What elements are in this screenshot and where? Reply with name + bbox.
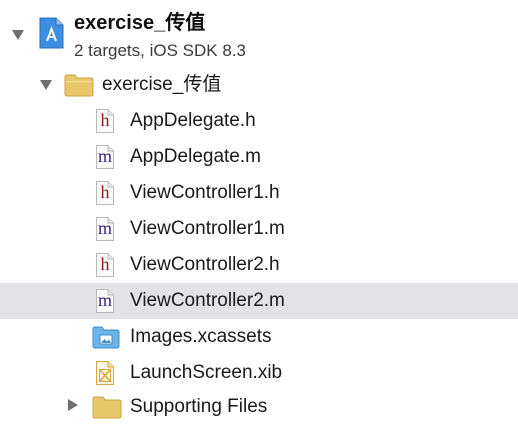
file-type-letter: m [97,146,112,166]
m-file-icon: m [96,217,114,241]
xib-file-icon [96,361,114,385]
xcode-project-icon [39,17,64,49]
file-row[interactable]: m AppDelegate.m [0,139,518,175]
file-row[interactable]: Images.xcassets [0,319,518,355]
file-row[interactable]: h ViewController2.h [0,247,518,283]
project-subtitle: 2 targets, iOS SDK 8.3 [74,41,246,60]
file-type-letter: h [100,254,110,274]
file-row[interactable]: m ViewController1.m [0,211,518,247]
group-name: exercise_传值 [102,74,222,95]
file-row[interactable]: h ViewController1.h [0,175,518,211]
file-type-letter: m [97,218,112,238]
file-type-letter: m [97,290,112,310]
disclosure-triangle-expanded-icon[interactable] [40,80,52,90]
group-row-partial[interactable]: Supporting Files [0,391,518,427]
file-name: AppDelegate.h [130,110,256,131]
group-row[interactable]: exercise_传值 [0,67,518,103]
group-name: Supporting Files [130,396,268,417]
file-name: Images.xcassets [130,326,272,347]
h-file-icon: h [96,253,114,277]
file-name: ViewController1.m [130,218,285,239]
file-row[interactable]: LaunchScreen.xib [0,355,518,391]
m-file-icon: m [96,289,114,313]
file-name: AppDelegate.m [130,146,261,167]
file-name: ViewController2.m [130,290,285,311]
folder-icon [92,396,122,419]
asset-catalog-icon [92,326,120,349]
h-file-icon: h [96,109,114,133]
file-name: ViewController2.h [130,254,280,275]
file-type-letter: h [100,182,110,202]
folder-icon [64,74,94,97]
project-navigator: exercise_传值 2 targets, iOS SDK 8.3 exerc… [0,0,518,419]
m-file-icon: m [96,145,114,169]
project-name: exercise_传值 [74,12,206,34]
file-type-letter: h [100,110,110,130]
file-row[interactable]: h AppDelegate.h [0,103,518,139]
disclosure-triangle-collapsed-icon[interactable] [68,399,78,411]
file-name: ViewController1.h [130,182,280,203]
project-row[interactable]: exercise_传值 2 targets, iOS SDK 8.3 [0,4,518,64]
h-file-icon: h [96,181,114,205]
file-row-selected[interactable]: m ViewController2.m [0,283,518,319]
disclosure-triangle-expanded-icon[interactable] [12,30,24,40]
file-name: LaunchScreen.xib [130,362,283,383]
